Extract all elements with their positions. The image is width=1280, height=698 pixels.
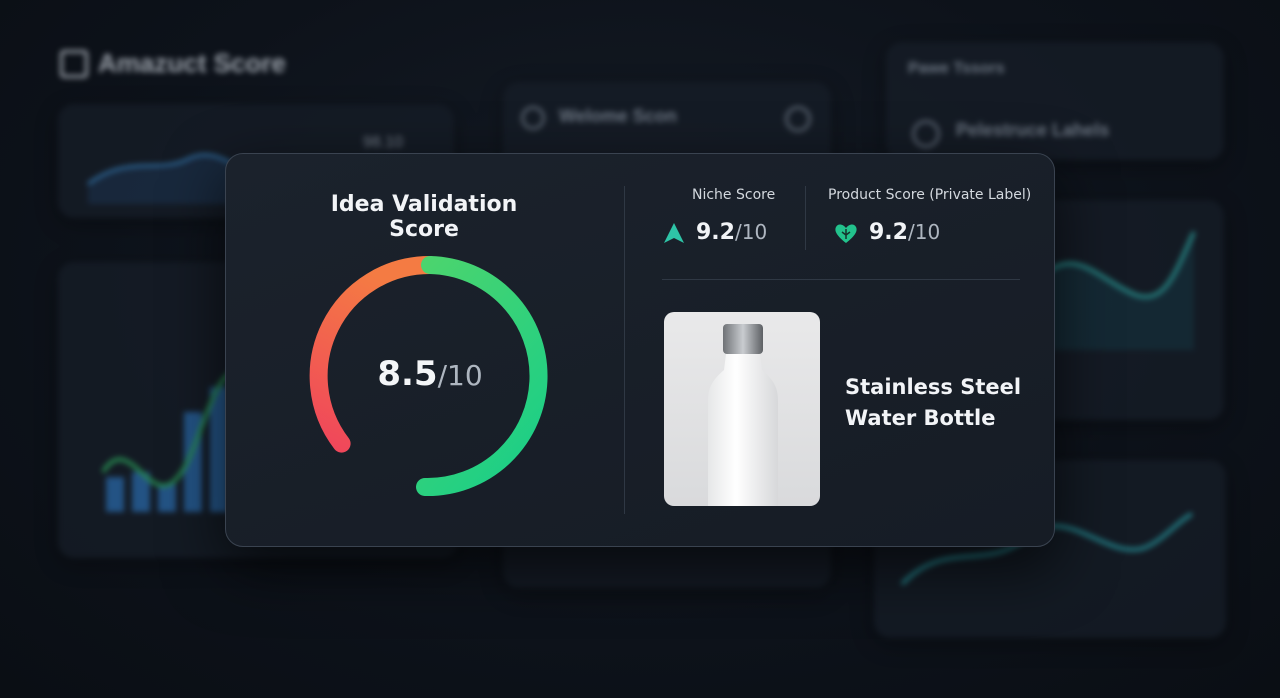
product-score-label: Product Score (Private Label) [828, 187, 1032, 203]
heart-leaf-icon [835, 223, 857, 243]
bg-panel-right-title: Pawe Tssors [908, 60, 1005, 77]
product-name: Stainless Steel Water Bottle [845, 372, 1045, 434]
settings-icon [785, 106, 811, 132]
gauge-value: 8.5/10 [294, 354, 566, 394]
idea-validation-card: Idea Validation Score 8.5/10 Niche Score… [225, 153, 1055, 547]
product-name-line1: Stainless Steel [845, 375, 1022, 399]
product-image [664, 312, 820, 506]
niche-score-value: 9.2/10 [696, 220, 768, 245]
niche-score: 9.2/10 [662, 220, 767, 245]
water-bottle-illustration [708, 324, 778, 506]
app-title: Amazuct Score [60, 48, 286, 79]
home-icon [60, 49, 88, 78]
triangle-up-icon [664, 222, 684, 243]
bg-panel-center-title: Welome Scon [559, 106, 677, 126]
product-score-value: 9.2/10 [869, 220, 941, 245]
bg-panel-right-subtitle: Pelestruce Lahels [956, 120, 1110, 140]
product-score: 9.2/10 [833, 220, 940, 245]
scores-divider [805, 186, 806, 250]
bg-panel-right-top: Pawe Tssors Pelestruce Lahels [886, 42, 1224, 160]
badge-icon [912, 120, 940, 148]
bg-panel-value: 98.10 [363, 134, 404, 151]
vertical-divider [624, 186, 625, 514]
gauge-score: 8.5 [377, 354, 438, 394]
horizontal-divider [662, 279, 1020, 280]
refresh-icon [521, 106, 545, 130]
gauge-denominator: /10 [437, 359, 483, 392]
niche-score-label: Niche Score [692, 187, 776, 203]
card-title: Idea Validation Score [330, 192, 518, 242]
product-name-line2: Water Bottle [845, 406, 996, 430]
